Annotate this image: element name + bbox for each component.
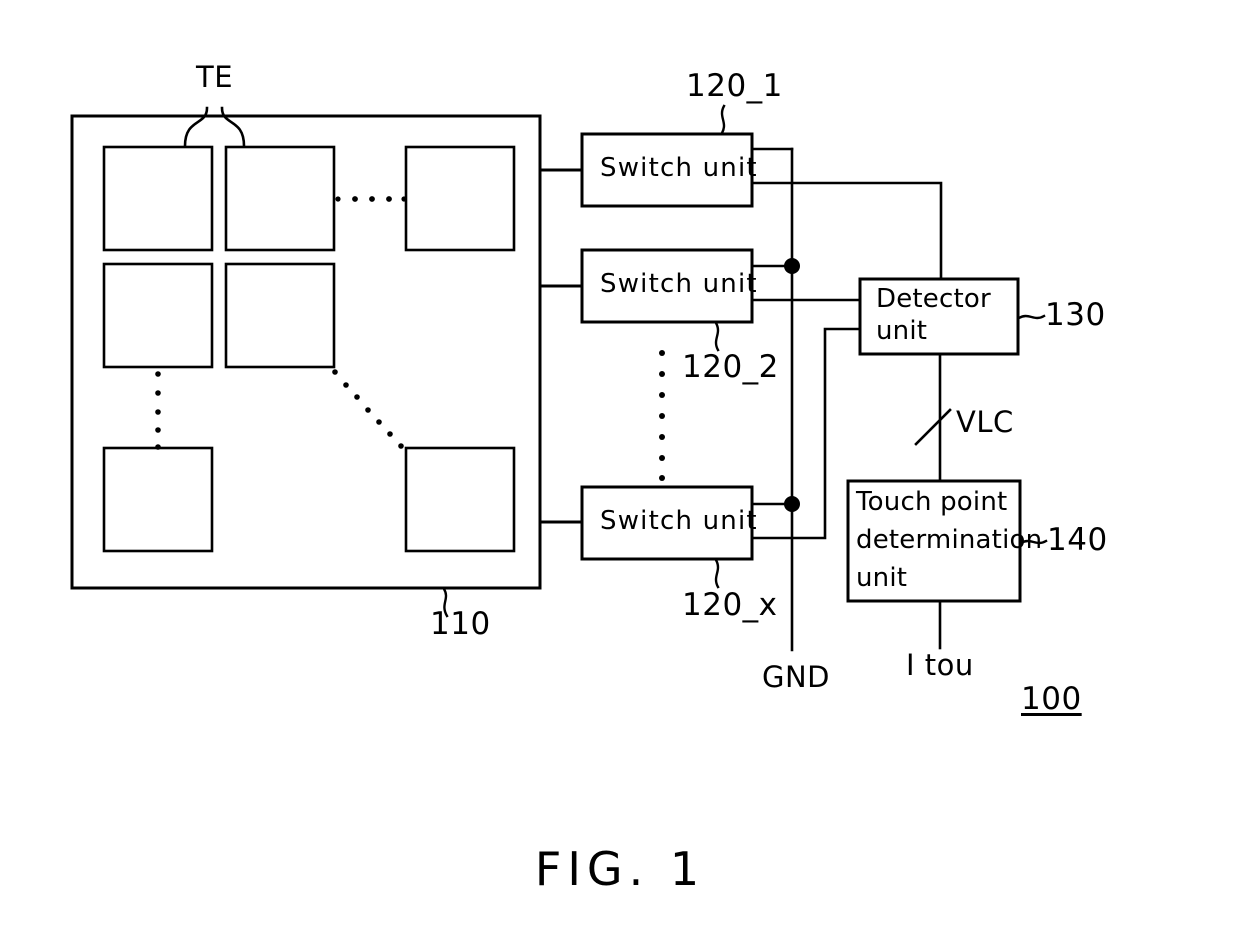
touch-electrode	[404, 145, 516, 252]
ref-120-2-label: 120_2	[682, 349, 779, 385]
ref-140-label: 140	[1047, 522, 1108, 558]
te-brace	[220, 106, 246, 148]
ref-120-1-label: 120_1	[686, 68, 783, 104]
ref-110-label: 110	[430, 606, 491, 642]
touch-electrode	[224, 145, 336, 252]
switch-ellipsis-dots	[659, 350, 665, 481]
switch-unit-1-label: Switch unit	[600, 153, 758, 183]
touch-point-unit-label-line3: unit	[856, 563, 908, 593]
diagonal-ellipsis-dots	[332, 369, 404, 449]
touch-electrode	[404, 446, 516, 553]
touch-point-unit-label-line2: determination	[856, 525, 1043, 555]
touch-electrode	[102, 446, 214, 553]
leader-130	[1017, 314, 1046, 320]
touch-electrode	[224, 262, 336, 369]
touch-point-unit-label-line1: Touch point	[856, 487, 1008, 517]
leader-120-1	[720, 104, 726, 135]
row-ellipsis-dots	[335, 196, 407, 202]
leader-120-2	[714, 321, 720, 352]
ref-120-x-label: 120_x	[682, 587, 778, 623]
leader-120-x	[714, 558, 720, 589]
itou-signal-label: I tou	[906, 648, 974, 682]
diagram-canvas	[70, 104, 1048, 652]
vlc-signal-label: VLC	[956, 405, 1014, 439]
junction-dot	[784, 258, 800, 274]
figure-caption: FIG. 1	[534, 842, 706, 896]
touch-electrode	[102, 145, 214, 252]
junction-dot	[784, 496, 800, 512]
ref-100-label: 100	[1021, 681, 1082, 717]
detector-unit-label-line1: Detector	[876, 284, 991, 314]
column-ellipsis-dots	[155, 371, 161, 450]
patent-figure-1: TE 110 Switch unit 120_1 Switch unit 120…	[0, 0, 1240, 952]
ref-130-label: 130	[1045, 297, 1106, 333]
gnd-signal-label: GND	[762, 660, 830, 694]
switch-unit-2-label: Switch unit	[600, 269, 758, 299]
wire-switch1-to-detector	[750, 181, 943, 281]
detector-unit-label-line2: unit	[876, 316, 928, 346]
te-brace	[183, 106, 209, 148]
vlc-slash-mark	[914, 408, 952, 446]
touch-electrode	[102, 262, 214, 369]
te-label: TE	[196, 60, 234, 94]
switch-unit-x-label: Switch unit	[600, 506, 758, 536]
touch-panel-outline	[70, 114, 542, 590]
